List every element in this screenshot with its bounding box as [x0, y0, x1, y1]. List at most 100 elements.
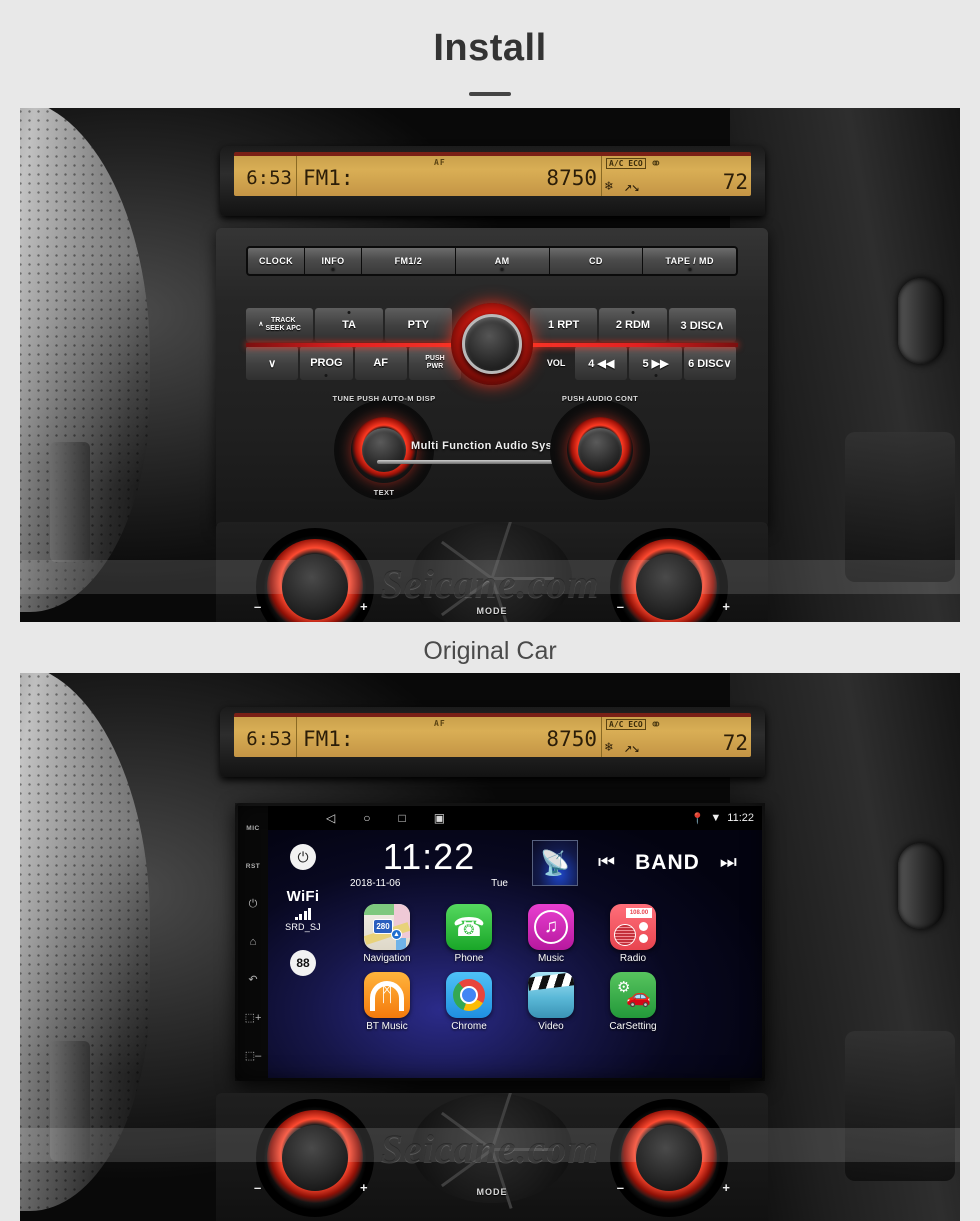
app-chrome[interactable]: Chrome [442, 972, 496, 1032]
led-indicator [331, 268, 335, 271]
back-key-icon[interactable]: ↶ [238, 967, 268, 993]
mode-spoke [440, 540, 493, 580]
source-button-tape-md[interactable]: TAPE / MD [643, 248, 736, 274]
airflow-arrows-icon: ↗↘ [624, 740, 640, 756]
source-button-fm[interactable]: FM1/2 [362, 248, 455, 274]
ta-button[interactable]: TA [315, 308, 383, 342]
app-music[interactable]: ♫ Music [524, 904, 578, 964]
source-button-cd[interactable]: CD [549, 248, 643, 274]
tune-knob-text-label: TEXT [373, 488, 395, 497]
airflow-arrows-icon: ↗↘ [624, 179, 640, 195]
screenshot-icon[interactable]: ▣ [434, 811, 445, 825]
factory-radio-unit: CLOCK INFO FM1/2 AM CD TAPE / MD ∧ TRACK… [216, 228, 768, 528]
car-recirculation-icon: ⚭ [650, 717, 662, 733]
band-button[interactable]: BAND [635, 851, 700, 875]
fan-speed-knob[interactable] [256, 528, 374, 622]
app-video[interactable]: Video [524, 972, 578, 1032]
radio-icon: 108.00 [610, 904, 656, 950]
lcd-display: 6:53 FM1: 8750 AF A/C ECO ⚭ ❄ ↗↘ 72 [234, 713, 751, 757]
seek-down-button[interactable]: ∨ [246, 346, 299, 380]
status-bar-clock: 11:22 [727, 812, 754, 824]
app-label: CarSetting [609, 1021, 657, 1032]
lcd-temperature: 72 [722, 731, 748, 755]
source-button-clock[interactable]: CLOCK [248, 248, 304, 274]
wifi-icon: ▼ [710, 812, 722, 824]
app-carsetting[interactable]: ⚙ 🚗 CarSetting [606, 972, 660, 1032]
mode-label: MODE [476, 606, 508, 616]
preset-1-rpt-button[interactable]: 1 RPT [529, 308, 598, 342]
audio-control-knob[interactable] [550, 400, 650, 500]
touchscreen[interactable]: ◁ ○ □ ▣ 📍 ▼ 11:22 ⏻ WiFi SRD_SJ 88 11:22… [268, 806, 762, 1078]
installed-unit-photo: 6:53 FM1: 8750 AF A/C ECO ⚭ ❄ ↗↘ 72 MIC … [20, 673, 960, 1221]
prog-button[interactable]: PROG [300, 346, 353, 380]
map-pin-icon: ▲ [391, 929, 402, 940]
app-bt-music[interactable]: ᛗ BT Music [360, 972, 414, 1032]
preset-label: 6 DISC∨ [688, 357, 732, 370]
pwr-label: PWR [426, 363, 444, 370]
preset-2-rdm-button[interactable]: 2 RDM [599, 308, 667, 342]
mode-spoke [492, 577, 554, 580]
lcd-temperature: 72 [722, 170, 748, 194]
climate-control-panel: – + MODE – + [216, 522, 768, 622]
source-button-am[interactable]: AM [455, 248, 549, 274]
reset-key[interactable]: RST [238, 854, 268, 880]
preset-5-forward-button[interactable]: 5 ▶▶ [629, 346, 682, 380]
home-icon[interactable]: ○ [363, 811, 370, 825]
tuning-audio-knob-row: TUNE PUSH AUTO-M DISP TEXT Multi Functio… [246, 394, 738, 504]
home-key-icon[interactable]: ⌂ [238, 929, 268, 955]
led-indicator [631, 311, 635, 314]
volume-down-key-icon[interactable]: ⬚– [238, 1042, 268, 1068]
source-button-info[interactable]: INFO [305, 248, 361, 274]
seek-up-button[interactable]: ∧ TRACK SEEK APC [246, 308, 314, 342]
source-button-label: AM [494, 256, 510, 266]
fan-plus-label: + [360, 599, 368, 614]
mic-key[interactable]: MIC [238, 816, 268, 842]
app-label: Video [538, 1021, 564, 1032]
hardware-key-column: MIC RST ⏻ ⌂ ↶ ⬚+ ⬚– [238, 806, 268, 1078]
car-settings-icon: ⚙ 🚗 [610, 972, 656, 1018]
temperature-knob[interactable] [610, 1099, 728, 1217]
af-button[interactable]: AF [354, 346, 407, 380]
fan-speed-knob[interactable] [256, 1099, 374, 1217]
back-icon[interactable]: ◁ [326, 811, 335, 825]
lcd-band: FM1: [296, 717, 366, 757]
mode-spoke [490, 1149, 513, 1209]
wifi-status-widget[interactable]: WiFi SRD_SJ [285, 888, 321, 932]
source-button-label: CD [588, 256, 603, 266]
app-navigation[interactable]: 280 ▲ Navigation [360, 904, 414, 964]
radio-antenna-icon[interactable]: 📡 [532, 840, 578, 886]
preset-4-rewind-button[interactable]: 4 ◀◀ [575, 346, 628, 380]
previous-track-button[interactable]: ⏮ [598, 852, 615, 874]
lcd-band: FM1: [296, 156, 366, 196]
clock-subline: 2018-11-06 Tue [344, 876, 514, 889]
app-radio[interactable]: 108.00 Radio [606, 904, 660, 964]
preset-label: 5 ▶▶ [642, 357, 669, 370]
power-key-icon[interactable]: ⏻ [238, 891, 268, 917]
left-dash-trim [50, 1041, 90, 1161]
next-track-button[interactable]: ⏭ [720, 852, 737, 874]
fan-icon: ❄ [605, 179, 613, 194]
temp-plus-label: + [722, 599, 730, 614]
fan-icon: ❄ [605, 740, 613, 755]
dash-trim [845, 432, 955, 582]
volume-up-key-icon[interactable]: ⬚+ [238, 1004, 268, 1030]
main-column: 11:22 2018-11-06 Tue 📡 ⏮ BAND ⏭ 280 ▲ Na… [338, 830, 762, 1078]
preset-3-disc-up-button[interactable]: 3 DISC∧ [668, 308, 736, 342]
led-indicator [324, 374, 328, 377]
clock-widget[interactable]: 11:22 2018-11-06 Tue [344, 837, 514, 889]
car-recirculation-icon: ⚭ [650, 156, 662, 172]
app-phone[interactable]: ☎ Phone [442, 904, 496, 964]
screen-power-button[interactable]: ⏻ [290, 844, 316, 870]
ta-label: TA [342, 319, 356, 331]
pty-button[interactable]: PTY [384, 308, 452, 342]
audio-control-knob-label: PUSH AUDIO CONT [561, 394, 639, 403]
preset-label: 2 RDM [615, 319, 651, 331]
power-volume-knob[interactable] [451, 303, 533, 385]
recents-icon[interactable]: □ [398, 811, 405, 825]
eq-badge[interactable]: 88 [290, 950, 316, 976]
temperature-knob[interactable] [610, 528, 728, 622]
preset-6-disc-down-button[interactable]: 6 DISC∨ [683, 346, 736, 380]
music-note-icon: ♫ [528, 904, 574, 950]
navigation-buttons: ◁ ○ □ ▣ [326, 811, 445, 825]
preset-label: 3 DISC∧ [680, 319, 725, 332]
